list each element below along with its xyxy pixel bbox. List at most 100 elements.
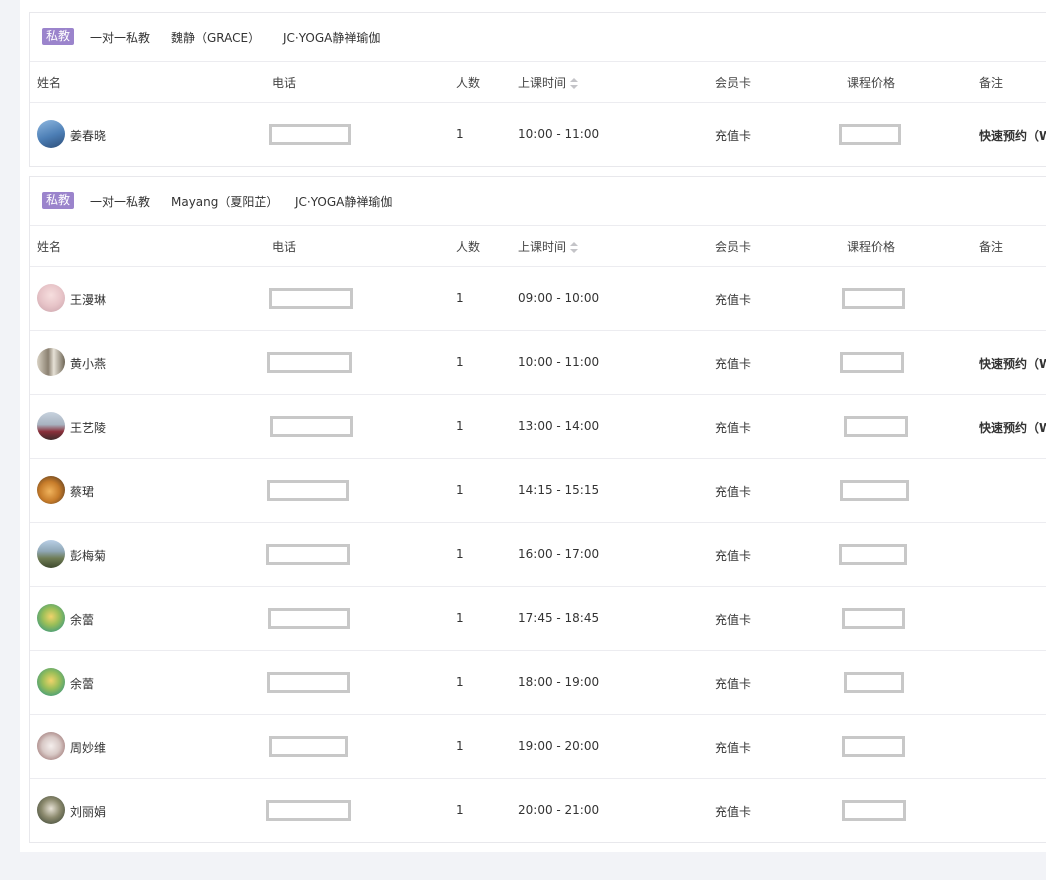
member-count: 1 <box>456 611 464 625</box>
venue-name: JC·YOGA静禅瑜伽 <box>295 195 393 209</box>
class-time: 10:00 - 11:00 <box>518 127 600 141</box>
price-redacted <box>840 352 904 373</box>
phone-redacted <box>270 416 353 437</box>
member-card: 充值卡 <box>715 677 752 691</box>
phone-redacted <box>268 608 350 629</box>
price-redacted <box>842 288 905 309</box>
phone-redacted <box>269 288 353 309</box>
card-header: 私教 一对一私教 Mayang（夏阳芷） JC·YOGA静禅瑜伽 <box>30 177 1046 226</box>
phone-redacted <box>267 672 350 693</box>
course-type: 一对一私教 <box>90 195 151 209</box>
avatar <box>37 540 65 568</box>
class-time: 14:15 - 15:15 <box>518 483 600 497</box>
booking-card-2: 私教 一对一私教 Mayang（夏阳芷） JC·YOGA静禅瑜伽 姓名 电话 人… <box>29 176 1046 843</box>
booking-card-1: 私教 一对一私教 魏静（GRACE） JC·YOGA静禅瑜伽 姓名 电话 人数 … <box>29 12 1046 167</box>
class-time: 09:00 - 10:00 <box>518 291 600 305</box>
col-time[interactable]: 上课时间 <box>518 238 579 255</box>
member-name[interactable]: 余蕾 <box>70 675 94 692</box>
member-card: 充值卡 <box>715 357 752 371</box>
phone-redacted <box>266 544 350 565</box>
member-count: 1 <box>456 419 464 433</box>
table-row[interactable]: 蔡珺 1 14:15 - 15:15 充值卡 <box>30 459 1046 523</box>
avatar <box>37 120 65 148</box>
class-time: 17:45 - 18:45 <box>518 611 600 625</box>
price-redacted <box>840 480 909 501</box>
member-name[interactable]: 周妙维 <box>70 739 106 756</box>
member-name[interactable]: 蔡珺 <box>70 483 94 500</box>
col-name: 姓名 <box>37 240 62 254</box>
col-note: 备注 <box>979 76 1004 90</box>
phone-redacted <box>269 124 351 145</box>
member-card: 充值卡 <box>715 129 752 143</box>
member-name[interactable]: 姜春晓 <box>70 127 106 144</box>
member-name[interactable]: 余蕾 <box>70 611 94 628</box>
private-badge: 私教 <box>42 28 75 45</box>
col-card: 会员卡 <box>715 240 752 254</box>
table-row[interactable]: 周妙维 1 19:00 - 20:00 充值卡 <box>30 715 1046 779</box>
member-card: 充值卡 <box>715 485 752 499</box>
table-row[interactable]: 余蕾 1 18:00 - 19:00 充值卡 <box>30 651 1046 715</box>
table-header: 姓名 电话 人数 上课时间 会员卡 课程价格 备注 <box>30 226 1046 267</box>
member-count: 1 <box>456 291 464 305</box>
table-row[interactable]: 刘丽娟 1 20:00 - 21:00 充值卡 <box>30 779 1046 842</box>
member-count: 1 <box>456 483 464 497</box>
member-count: 1 <box>456 739 464 753</box>
member-card: 充值卡 <box>715 421 752 435</box>
note-text: 快速预约（W <box>979 129 1046 143</box>
col-time[interactable]: 上课时间 <box>518 74 579 91</box>
phone-redacted <box>266 800 351 821</box>
venue-name: JC·YOGA静禅瑜伽 <box>283 31 381 45</box>
col-time-label: 上课时间 <box>518 240 567 254</box>
member-name[interactable]: 王艺陵 <box>70 419 106 436</box>
member-card: 充值卡 <box>715 805 752 819</box>
class-time: 13:00 - 14:00 <box>518 419 600 433</box>
table-row[interactable]: 姜春晓 1 10:00 - 11:00 充值卡 快速预约（W <box>30 103 1046 166</box>
member-count: 1 <box>456 675 464 689</box>
table-row[interactable]: 王漫琳 1 09:00 - 10:00 充值卡 <box>30 267 1046 331</box>
member-count: 1 <box>456 355 464 369</box>
table-header: 姓名 电话 人数 上课时间 会员卡 课程价格 备注 <box>30 62 1046 103</box>
avatar <box>37 476 65 504</box>
col-time-label: 上课时间 <box>518 76 567 90</box>
table-row[interactable]: 余蕾 1 17:45 - 18:45 充值卡 <box>30 587 1046 651</box>
phone-redacted <box>269 736 348 757</box>
avatar <box>37 796 65 824</box>
member-count: 1 <box>456 803 464 817</box>
price-redacted <box>839 124 901 145</box>
table-row[interactable]: 彭梅菊 1 16:00 - 17:00 充值卡 <box>30 523 1046 587</box>
class-time: 10:00 - 11:00 <box>518 355 600 369</box>
avatar <box>37 732 65 760</box>
member-name[interactable]: 彭梅菊 <box>70 547 106 564</box>
avatar <box>37 604 65 632</box>
avatar <box>37 284 65 312</box>
member-name[interactable]: 刘丽娟 <box>70 803 106 820</box>
avatar <box>37 668 65 696</box>
table-row[interactable]: 黄小燕 1 10:00 - 11:00 充值卡 快速预约（W <box>30 331 1046 395</box>
phone-redacted <box>267 352 352 373</box>
price-redacted <box>842 736 905 757</box>
price-redacted <box>842 608 905 629</box>
sort-icon[interactable] <box>570 241 579 254</box>
avatar <box>37 348 65 376</box>
col-count: 人数 <box>456 76 481 90</box>
private-badge: 私教 <box>42 192 75 209</box>
note-text: 快速预约（W <box>979 357 1046 371</box>
sort-icon[interactable] <box>570 77 579 90</box>
course-type: 一对一私教 <box>90 31 151 45</box>
price-redacted <box>844 416 908 437</box>
col-card: 会员卡 <box>715 76 752 90</box>
col-price: 课程价格 <box>847 240 896 254</box>
member-card: 充值卡 <box>715 549 752 563</box>
col-phone: 电话 <box>272 76 297 90</box>
note-text: 快速预约（W <box>979 421 1046 435</box>
member-name[interactable]: 黄小燕 <box>70 355 106 372</box>
class-time: 18:00 - 19:00 <box>518 675 600 689</box>
table-row[interactable]: 王艺陵 1 13:00 - 14:00 充值卡 快速预约（W <box>30 395 1046 459</box>
price-redacted <box>842 800 906 821</box>
class-time: 19:00 - 20:00 <box>518 739 600 753</box>
price-redacted <box>844 672 904 693</box>
col-price: 课程价格 <box>847 76 896 90</box>
avatar <box>37 412 65 440</box>
col-phone: 电话 <box>272 240 297 254</box>
member-name[interactable]: 王漫琳 <box>70 291 106 308</box>
